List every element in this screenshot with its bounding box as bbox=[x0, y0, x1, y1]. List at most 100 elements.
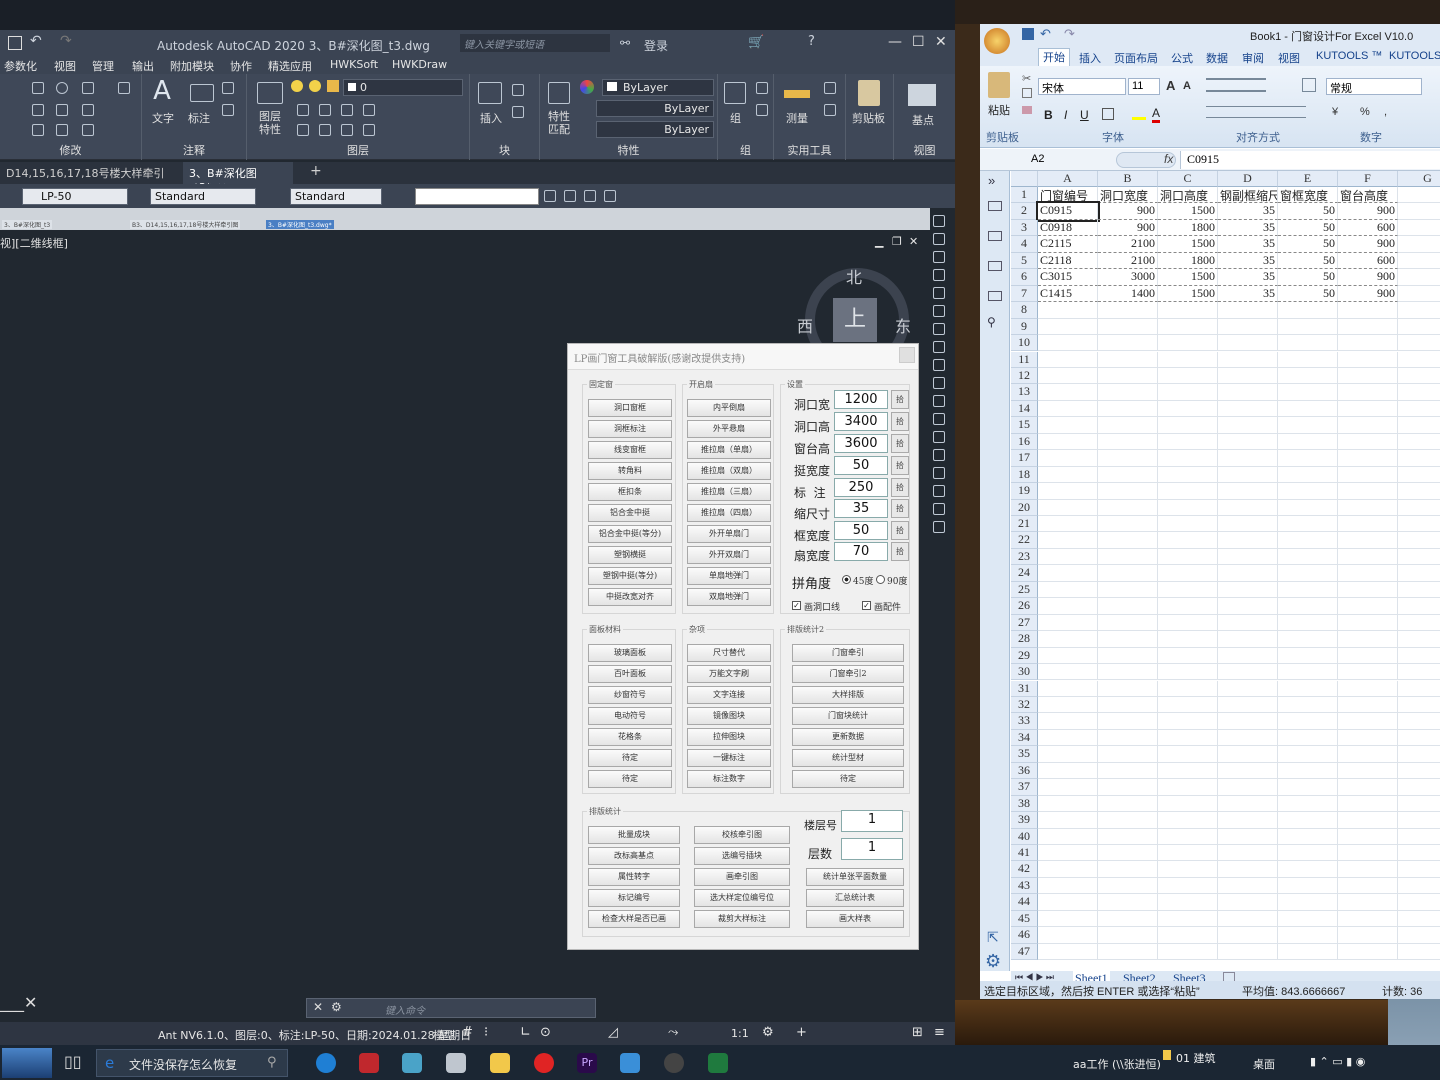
expand-pane-icon[interactable]: » bbox=[988, 173, 995, 188]
nav-names-icon[interactable] bbox=[988, 261, 1002, 271]
table-cell[interactable] bbox=[1218, 516, 1278, 533]
table-cell[interactable] bbox=[1398, 516, 1440, 533]
table-cell[interactable] bbox=[1218, 384, 1278, 401]
rt-tool-9-icon[interactable] bbox=[933, 359, 945, 371]
table-cell[interactable] bbox=[1338, 680, 1398, 697]
annotation-icon[interactable]: ⤳ bbox=[668, 1025, 678, 1040]
row-header[interactable]: 19 bbox=[1011, 483, 1038, 500]
table-cell[interactable] bbox=[1038, 729, 1098, 747]
table-cell[interactable]: 600 bbox=[1338, 252, 1398, 270]
table-cell[interactable]: 50 bbox=[1278, 285, 1338, 303]
row-header[interactable]: 32 bbox=[1011, 696, 1038, 714]
table-cell[interactable] bbox=[1038, 795, 1098, 813]
layer-properties-icon[interactable] bbox=[257, 82, 283, 104]
row-header[interactable]: 3 bbox=[1011, 219, 1038, 237]
table-cell[interactable] bbox=[1338, 779, 1398, 796]
btn-outswing-double-door[interactable]: 外开双扇门 bbox=[687, 546, 771, 564]
row-header[interactable]: 43 bbox=[1011, 877, 1038, 895]
table-cell[interactable]: C0918 bbox=[1038, 219, 1098, 237]
match-properties-button[interactable]: 特性 匹配 bbox=[548, 110, 570, 136]
table-cell[interactable] bbox=[1218, 466, 1278, 484]
table-cell[interactable] bbox=[1278, 647, 1338, 665]
table-cell[interactable] bbox=[1158, 417, 1218, 434]
table-cell[interactable] bbox=[1218, 565, 1278, 582]
table-cell[interactable]: 35 bbox=[1218, 219, 1278, 237]
row-header[interactable]: 14 bbox=[1011, 400, 1038, 418]
btn-door-window-leader[interactable]: 门窗牵引 bbox=[792, 644, 904, 662]
table-cell[interactable] bbox=[1158, 532, 1218, 549]
table-cell[interactable] bbox=[1038, 696, 1098, 714]
text-button[interactable]: 文字 bbox=[152, 110, 174, 126]
row-header[interactable]: 5 bbox=[1011, 252, 1038, 270]
menu-collaborate[interactable]: 协作 bbox=[230, 58, 252, 74]
row-header[interactable]: 23 bbox=[1011, 548, 1038, 566]
table-cell[interactable] bbox=[1218, 598, 1278, 615]
column-header[interactable]: F bbox=[1338, 171, 1398, 187]
table-cell[interactable] bbox=[1038, 746, 1098, 763]
table-cell[interactable] bbox=[1218, 713, 1278, 730]
table-cell[interactable] bbox=[1098, 417, 1158, 434]
table-cell[interactable] bbox=[1338, 581, 1398, 599]
tab-insert[interactable]: 插入 bbox=[1079, 50, 1101, 66]
taskbar-folder-work[interactable]: aa工作 (\\张进恒) bbox=[1073, 1056, 1161, 1072]
table-cell[interactable] bbox=[1278, 450, 1338, 467]
layer-tool-3-icon[interactable] bbox=[341, 104, 353, 116]
minimize-icon[interactable]: — bbox=[888, 34, 902, 50]
row-header[interactable]: 40 bbox=[1011, 828, 1038, 845]
checkbox-parts[interactable]: ✓ bbox=[862, 601, 871, 610]
btn-sliding-4[interactable]: 推拉扇（四扇） bbox=[687, 504, 771, 522]
table-cell[interactable] bbox=[1278, 943, 1338, 961]
table-cell[interactable] bbox=[1098, 877, 1158, 895]
btn-draw-leader[interactable]: 画牵引图 bbox=[694, 868, 790, 886]
shrink-font-icon[interactable]: A bbox=[1183, 80, 1191, 92]
table-cell[interactable] bbox=[1038, 943, 1098, 961]
viewport-label[interactable]: 视][二维线框] bbox=[0, 235, 68, 251]
table-cell[interactable] bbox=[1218, 532, 1278, 549]
font-color-icon[interactable]: A bbox=[1152, 106, 1161, 123]
table-cell[interactable]: 900 bbox=[1338, 236, 1398, 253]
group-button[interactable]: 组 bbox=[730, 110, 741, 126]
table-cell[interactable] bbox=[1338, 433, 1398, 451]
btn-glass-panel[interactable]: 玻璃面板 bbox=[588, 644, 672, 662]
table-cell[interactable] bbox=[1398, 467, 1440, 484]
lock-icon[interactable] bbox=[327, 80, 339, 92]
table-cell[interactable] bbox=[1278, 516, 1338, 533]
file-explorer-icon[interactable] bbox=[490, 1053, 510, 1073]
table-cell[interactable] bbox=[1338, 565, 1398, 582]
row-header[interactable]: 21 bbox=[1011, 516, 1038, 533]
row-header[interactable]: 2 bbox=[1011, 203, 1038, 220]
table-cell[interactable] bbox=[1338, 746, 1398, 763]
bold-icon[interactable]: B bbox=[1044, 108, 1053, 122]
row-header[interactable]: 16 bbox=[1011, 433, 1038, 451]
row-header[interactable]: 46 bbox=[1011, 927, 1038, 944]
table-cell[interactable] bbox=[1098, 927, 1158, 944]
row-header[interactable]: 24 bbox=[1011, 565, 1038, 582]
dimension-icon[interactable] bbox=[190, 84, 214, 102]
table-cell[interactable] bbox=[1338, 466, 1398, 484]
table-cell[interactable] bbox=[1098, 581, 1158, 599]
table-cell[interactable]: 50 bbox=[1278, 236, 1338, 253]
table-cell[interactable] bbox=[1218, 664, 1278, 681]
spreadsheet-grid[interactable]: A B C D E F G 1门窗编号洞口宽度洞口高度钢副框缩尺寸窗框宽度窗台高… bbox=[1011, 171, 1440, 971]
grid-icon[interactable]: # bbox=[462, 1025, 473, 1040]
table-cell[interactable]: C1415 bbox=[1038, 285, 1098, 303]
table-cell[interactable] bbox=[1098, 861, 1158, 878]
table-cell[interactable] bbox=[1398, 829, 1440, 845]
table-cell[interactable] bbox=[1278, 894, 1338, 911]
taskbar-folder-arch[interactable]: 01 建筑 bbox=[1176, 1050, 1216, 1066]
rt-tool-10-icon[interactable] bbox=[933, 377, 945, 389]
table-cell[interactable] bbox=[1158, 680, 1218, 697]
table-cell[interactable] bbox=[1398, 631, 1440, 648]
table-cell[interactable] bbox=[1038, 581, 1098, 599]
table-cell[interactable]: 35 bbox=[1218, 252, 1278, 270]
table-cell[interactable] bbox=[1038, 302, 1098, 319]
compass-east[interactable]: 东 bbox=[895, 313, 911, 337]
table-cell[interactable]: C2115 bbox=[1038, 236, 1098, 253]
table-cell[interactable]: 1800 bbox=[1158, 219, 1218, 237]
table-cell[interactable] bbox=[1158, 647, 1218, 665]
formula-input[interactable]: C0915 bbox=[1180, 151, 1440, 169]
table-cell[interactable] bbox=[1218, 861, 1278, 878]
table-cell[interactable] bbox=[1218, 483, 1278, 500]
tab-data[interactable]: 数据 bbox=[1206, 50, 1228, 66]
btn-block-count[interactable]: 门窗块统计 bbox=[792, 707, 904, 725]
